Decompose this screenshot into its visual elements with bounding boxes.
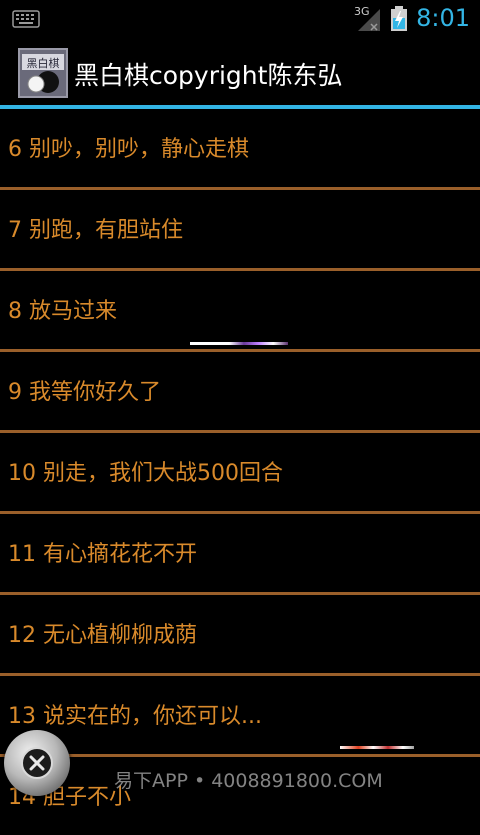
render-artifact <box>190 342 288 345</box>
action-bar: 黑白棋 黑白棋copyright陈东弘 <box>0 38 480 106</box>
list-item[interactable]: 9 我等你好久了 <box>0 352 480 433</box>
battery-charging-icon <box>391 6 407 31</box>
svg-text:黑白棋: 黑白棋 <box>27 56 60 70</box>
floating-close-button[interactable] <box>4 730 70 796</box>
list-item[interactable]: 11 有心摘花花不开 <box>0 514 480 595</box>
list-item-label: 10 别走，我们大战500回合 <box>8 461 283 486</box>
list-item-label: 7 别跑，有胆站住 <box>8 218 183 243</box>
list-item[interactable]: 8 放马过来 <box>0 271 480 352</box>
render-artifact <box>340 746 414 749</box>
watermark-text: 易下APP • 4008891800.COM <box>114 770 383 792</box>
message-list: 6 别吵，别吵，静心走棋 7 别跑，有胆站住 8 放马过来 9 我等你好久了 1… <box>0 109 480 835</box>
list-item-label: 12 无心植柳柳成荫 <box>8 623 197 648</box>
list-item[interactable]: 13 说实在的，你还可以... <box>0 676 480 757</box>
keyboard-icon <box>12 10 40 28</box>
reversi-app-icon[interactable]: 黑白棋 <box>18 48 68 98</box>
list-item-label: 6 别吵，别吵，静心走棋 <box>8 137 249 162</box>
list-item-label: 9 我等你好久了 <box>8 380 161 405</box>
close-icon <box>21 747 53 779</box>
list-item[interactable]: 7 别跑，有胆站住 <box>0 190 480 271</box>
list-item-label: 8 放马过来 <box>8 299 117 324</box>
app-title: 黑白棋copyright陈东弘 <box>74 61 343 90</box>
list-item[interactable]: 10 别走，我们大战500回合 <box>0 433 480 514</box>
clock: 8:01 <box>416 4 470 32</box>
status-bar: 3G 8:01 <box>0 0 480 38</box>
list-item[interactable]: 12 无心植柳柳成荫 <box>0 595 480 676</box>
list-item[interactable]: 6 别吵，别吵，静心走棋 <box>0 109 480 190</box>
list-item-label: 11 有心摘花花不开 <box>8 542 197 567</box>
list-item-label: 13 说实在的，你还可以... <box>8 704 262 729</box>
signal-icon <box>358 9 380 31</box>
